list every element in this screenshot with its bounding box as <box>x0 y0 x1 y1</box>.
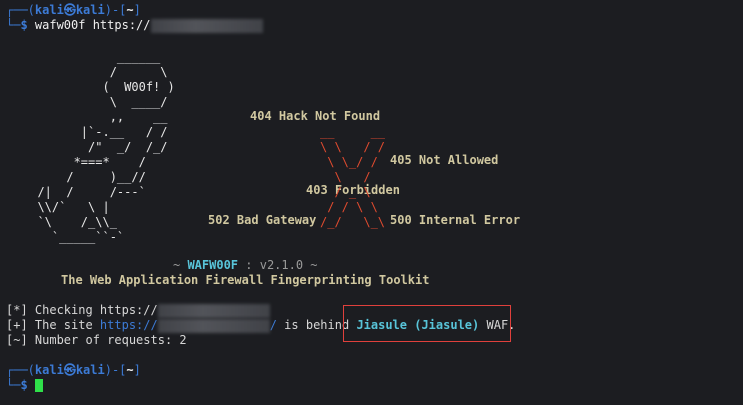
site-url: https:// <box>99 318 158 332</box>
ascii-line: ______ <box>23 50 161 64</box>
prompt-dir: ~ <box>126 3 134 17</box>
ascii-line: /| / /---` <box>23 185 146 199</box>
status-502: 502 Bad Gateway <box>208 213 317 227</box>
prompt-host: kali <box>75 3 105 17</box>
command-name: wafw00f <box>34 18 86 32</box>
waf-highlight-box <box>343 305 511 342</box>
ascii-line: \\/` \ | <box>23 200 110 214</box>
tool-name: WAFW00F <box>187 258 239 272</box>
terminal-cursor[interactable] <box>34 379 43 392</box>
ascii-line: /" _/ /_/ <box>23 140 168 154</box>
prompt-corner: └─ <box>6 18 21 32</box>
x-art-line: \ \ / / <box>320 140 386 154</box>
status-500: 500 Internal Error <box>390 213 521 227</box>
x-art-line: __ __ <box>320 125 386 139</box>
status-405: 405 Not Allowed <box>390 153 499 167</box>
status-404: 404 Hack Not Found <box>250 109 381 123</box>
prompt-frame-mid: )-[ <box>104 3 127 17</box>
ascii-logo: ______ / \ ( W00f! ) \ ____/ ,, __ |`-._… <box>23 50 175 245</box>
redacted-url <box>150 18 263 33</box>
ascii-line: \ ____/ <box>23 95 168 109</box>
x-art-line: \ / <box>320 170 371 184</box>
prompt-dollar: $ <box>20 18 35 32</box>
ascii-line: `_____``-` <box>23 230 125 244</box>
red-x-art: __ __ \ \ / / \ \_/ / \ / / _ \ / / \ \/_… <box>320 125 385 230</box>
prompt-frame-end: ] <box>133 3 141 17</box>
version-line: ~ WAFW00F : v2.1.0 ~ <box>173 258 318 272</box>
ascii-line: ,, __ <box>23 110 168 124</box>
tagline: The Web Application Firewall Fingerprint… <box>61 273 430 287</box>
prompt-line-4[interactable]: └─$ <box>6 378 43 393</box>
redacted-url <box>157 303 270 318</box>
ascii-line: / )__// <box>23 170 146 184</box>
prompt-user: kali <box>34 3 64 17</box>
x-art-line: / / \ \ <box>320 200 378 214</box>
prompt-line-3: ┌──(kali㉿kali)-[~] <box>6 363 141 377</box>
output-checking: [*] Checking https:// <box>6 303 270 318</box>
x-art-line: \ \_/ / <box>320 155 378 169</box>
x-art-line: /_/ \_\ <box>320 215 386 229</box>
command-arg: https:// <box>85 18 151 32</box>
ascii-line: *===* / <box>23 155 146 169</box>
ascii-line: ( W00f! ) <box>23 80 175 94</box>
ascii-line: `\ /_\\_ <box>23 215 117 229</box>
tool-version: v2.1.0 <box>259 258 304 272</box>
ascii-line: / \ <box>23 65 168 79</box>
redacted-url <box>157 318 270 333</box>
x-art-line: / _ \ <box>320 185 371 199</box>
ascii-line: |`-.__ / / <box>23 125 168 139</box>
prompt-at: ㉿ <box>63 3 76 17</box>
prompt-line-1: ┌──(kali㉿kali)-[~] <box>6 3 141 18</box>
output-requests: [~] Number of requests: 2 <box>6 333 187 347</box>
prompt-line-2: └─$ wafw00f https:// <box>6 18 263 33</box>
prompt-frame: ┌──( <box>6 3 35 17</box>
